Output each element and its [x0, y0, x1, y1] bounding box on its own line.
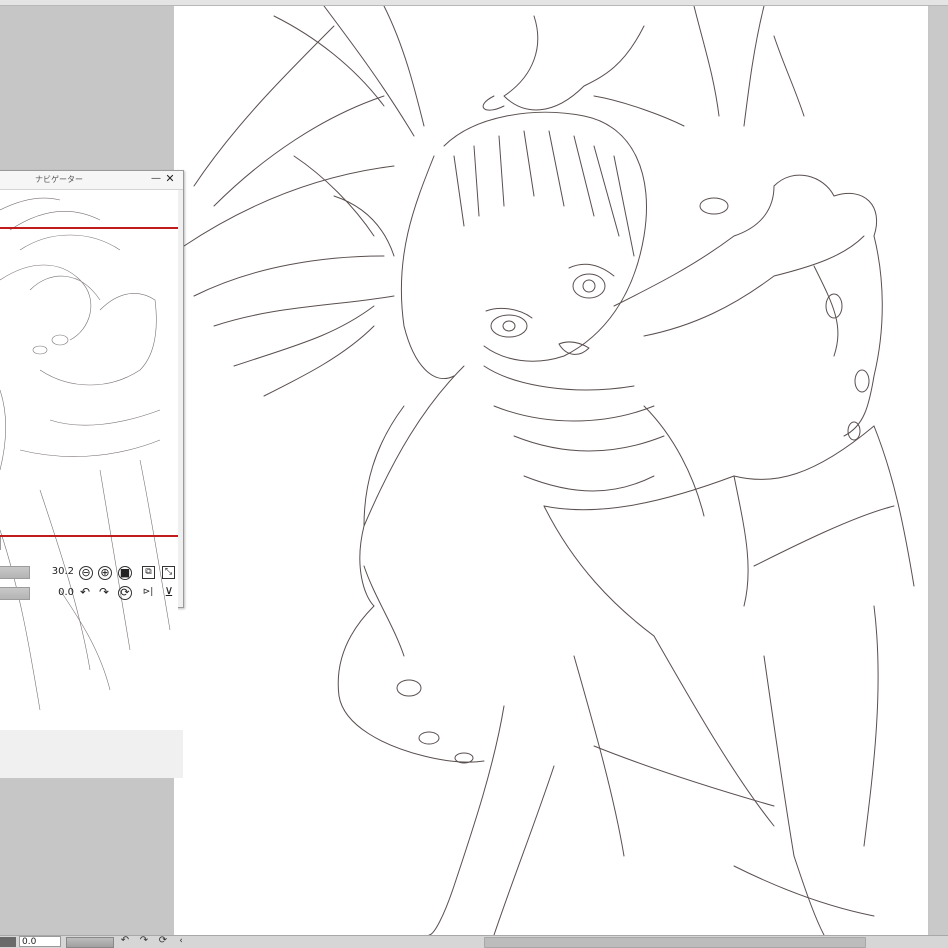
- canvas-workspace[interactable]: ナビゲーター — ✕ 30.2 ⊖ ⊕ ■ ⧉ ⤡ 0.0 ↶ ↷ ⟳ ⊳| ⊻…: [0, 0, 948, 948]
- navigator-preview[interactable]: [0, 190, 178, 731]
- bottom-statusbar: 0.0 ↶ ↷ ⟳ ‹: [0, 935, 948, 948]
- navigator-panel: ナビゲーター — ✕: [0, 170, 184, 778]
- navigator-view-frame-bottom: [0, 535, 178, 537]
- vertical-scrollbar[interactable]: [930, 6, 948, 935]
- rotation-input[interactable]: 0.0: [19, 936, 61, 947]
- zoom-slider[interactable]: [0, 566, 30, 579]
- rotate-reset-icon[interactable]: ⟳: [157, 935, 169, 947]
- navigator-view-frame-top: [0, 227, 178, 229]
- zoom-in-icon[interactable]: ⊕: [98, 566, 112, 580]
- status-indicator: [0, 937, 16, 947]
- rotate-reset-icon[interactable]: ⟳: [118, 586, 132, 600]
- zoom-value[interactable]: 30.2: [44, 566, 74, 577]
- rotate-left-icon[interactable]: ↶: [119, 935, 131, 947]
- minimize-icon[interactable]: —: [150, 172, 162, 186]
- rotate-left-icon[interactable]: ↶: [78, 585, 92, 599]
- rotate-right-icon[interactable]: ↷: [97, 585, 111, 599]
- drawing-canvas[interactable]: [174, 6, 928, 935]
- rotation-slider-bottom[interactable]: [66, 937, 114, 948]
- line-art-drawing: [183, 6, 915, 935]
- zoom-reset-icon[interactable]: ■: [118, 566, 132, 580]
- navigator-thumbnail: [0, 197, 171, 711]
- navigator-controls: [0, 537, 183, 778]
- zoom-out-icon[interactable]: ⊖: [79, 566, 93, 580]
- rotate-right-icon[interactable]: ↷: [138, 935, 150, 947]
- close-icon[interactable]: ✕: [164, 172, 176, 186]
- flip-horizontal-icon[interactable]: ⊳|: [141, 585, 155, 599]
- flip-vertical-icon[interactable]: ⊻: [162, 585, 176, 599]
- scroll-left-icon[interactable]: ‹: [176, 936, 186, 947]
- unused: [0, 537, 1, 550]
- horizontal-scrollbar-thumb[interactable]: [484, 937, 866, 948]
- fit-screen-icon[interactable]: ⤡: [162, 566, 175, 579]
- navigator-titlebar[interactable]: ナビゲーター — ✕: [0, 171, 183, 190]
- navigator-title: ナビゲーター: [35, 175, 83, 184]
- rotation-slider[interactable]: [0, 587, 30, 600]
- rotation-value[interactable]: 0.0: [44, 587, 74, 598]
- fit-window-icon[interactable]: ⧉: [142, 566, 155, 579]
